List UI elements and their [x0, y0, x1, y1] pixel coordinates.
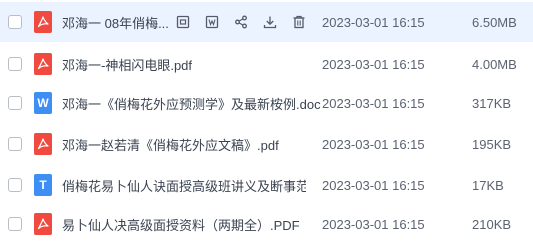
open-icon[interactable]	[175, 14, 191, 30]
pdf-icon	[34, 11, 52, 33]
pdf-icon	[34, 133, 52, 155]
file-row[interactable]: 邓海一赵若清《俏梅花外应文稿》.pdf 2023-03-01 16:15 195…	[0, 124, 533, 164]
file-size: 17KB	[472, 177, 504, 193]
pdf-icon	[34, 53, 52, 75]
file-size: 4.00MB	[472, 56, 517, 72]
row-actions	[175, 12, 320, 32]
file-name[interactable]: 邓海一《俏梅花外应预测学》及最新桉例.doc	[62, 94, 321, 113]
share-icon[interactable]	[233, 14, 249, 30]
file-row[interactable]: 邓海一 08年俏梅... 2023-03-01 16:15 6.50MB	[0, 2, 533, 42]
row-checkbox[interactable]	[8, 96, 22, 110]
row-checkbox[interactable]	[8, 57, 22, 71]
file-row[interactable]: 易卜仙人决高级面授资料（两期全）.PDF 2023-03-01 16:15 21…	[0, 204, 533, 244]
row-checkbox[interactable]	[8, 217, 22, 231]
file-date: 2023-03-01 16:15	[322, 216, 425, 232]
delete-icon[interactable]	[291, 14, 307, 30]
word-icon: W	[34, 92, 52, 114]
text-icon: T	[34, 174, 52, 196]
file-size: 6.50MB	[472, 14, 517, 30]
file-name[interactable]: 易卜仙人决高级面授资料（两期全）.PDF	[62, 215, 300, 234]
pdf-icon	[34, 213, 52, 235]
file-list: 邓海一 08年俏梅... 2023-03-01 16:15 6.50MB 邓海一…	[0, 0, 533, 250]
file-row[interactable]: W 邓海一《俏梅花外应预测学》及最新桉例.doc 2023-03-01 16:1…	[0, 83, 533, 123]
download-icon[interactable]	[262, 14, 278, 30]
file-date: 2023-03-01 16:15	[322, 14, 425, 30]
file-size: 210KB	[472, 216, 512, 232]
file-row[interactable]: T 俏梅花易卜仙人诀面授高级班讲义及断事范... 2023-03-01 16:1…	[0, 165, 533, 205]
file-date: 2023-03-01 16:15	[322, 95, 425, 111]
file-row[interactable]: 邓海一-神相闪电眼.pdf 2023-03-01 16:15 4.00MB	[0, 44, 533, 84]
file-size: 317KB	[472, 95, 512, 111]
file-name[interactable]: 邓海一 08年俏梅...	[62, 13, 169, 32]
row-checkbox[interactable]	[8, 15, 22, 29]
wps-icon[interactable]	[204, 14, 220, 30]
file-date: 2023-03-01 16:15	[322, 136, 425, 152]
file-size: 195KB	[472, 136, 512, 152]
file-date: 2023-03-01 16:15	[322, 56, 425, 72]
file-name[interactable]: 俏梅花易卜仙人诀面授高级班讲义及断事范...	[62, 176, 306, 195]
row-checkbox[interactable]	[8, 178, 22, 192]
file-name[interactable]: 邓海一赵若清《俏梅花外应文稿》.pdf	[62, 135, 279, 154]
file-date: 2023-03-01 16:15	[322, 177, 425, 193]
row-checkbox[interactable]	[8, 137, 22, 151]
file-name[interactable]: 邓海一-神相闪电眼.pdf	[62, 55, 192, 74]
